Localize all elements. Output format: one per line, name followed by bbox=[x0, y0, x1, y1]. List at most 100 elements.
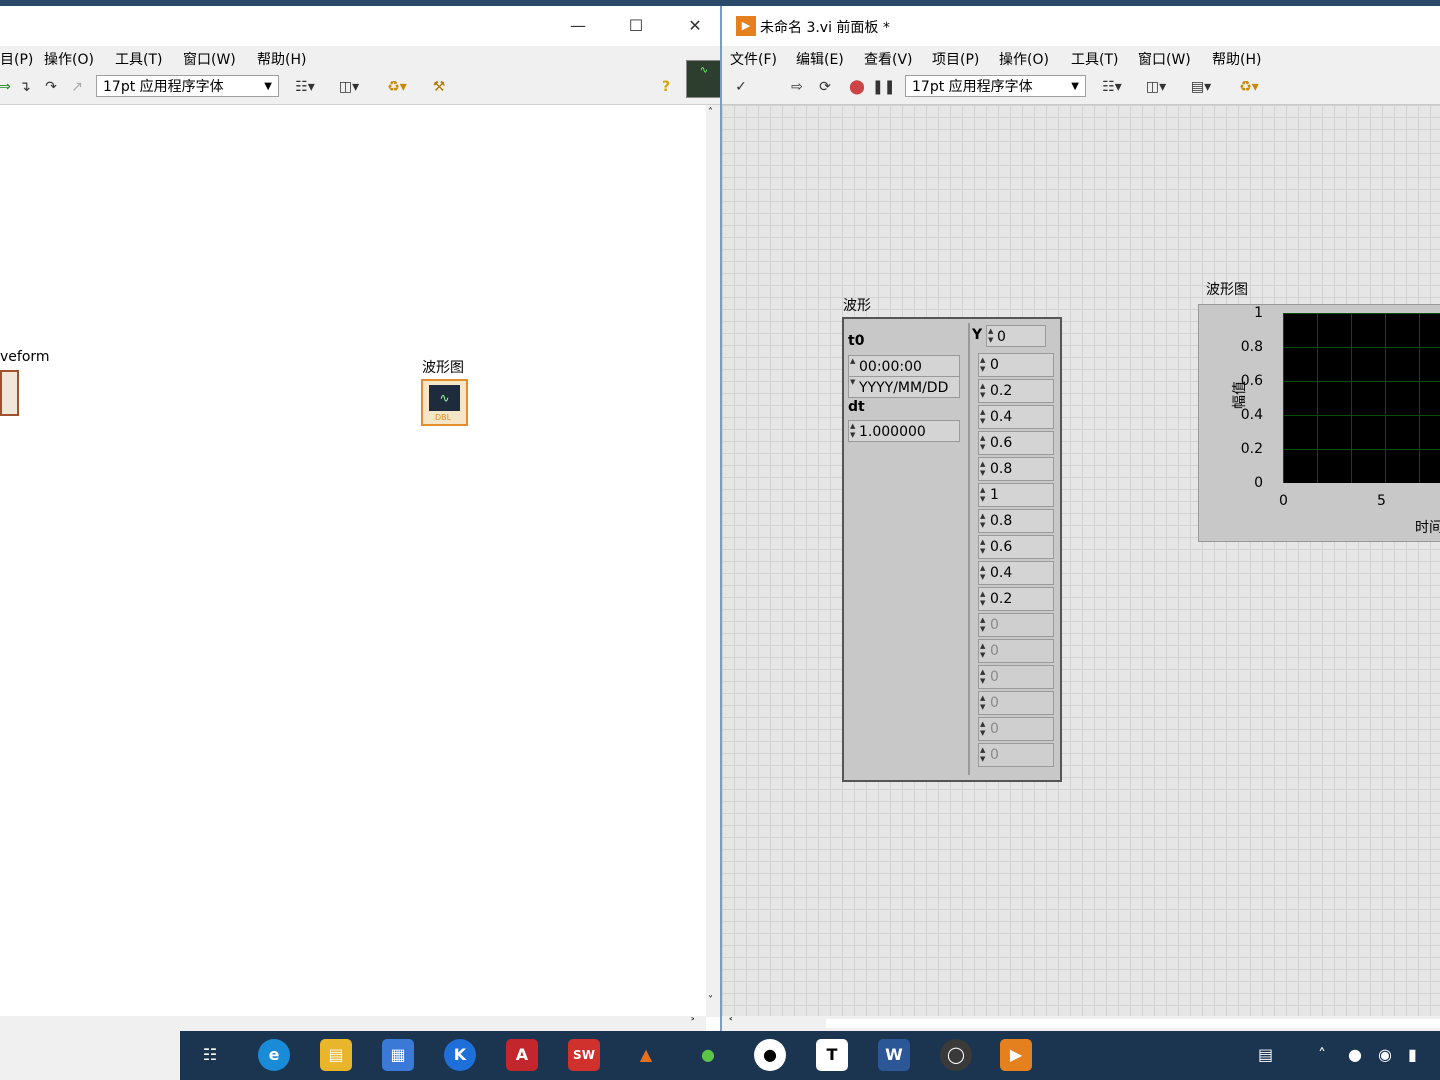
scroll-right-icon[interactable]: ˃ bbox=[690, 1016, 696, 1029]
minimize-button[interactable]: — bbox=[558, 12, 598, 40]
close-button[interactable]: ✕ bbox=[675, 12, 715, 40]
spinner-icon[interactable]: ▲ ▼ bbox=[980, 590, 985, 608]
horizontal-scrollbar[interactable]: ˂ bbox=[722, 1016, 1440, 1031]
y-array-cell-empty[interactable]: ▲ ▼ 0 bbox=[978, 639, 1054, 663]
solidworks-icon[interactable]: SW bbox=[568, 1039, 600, 1071]
menu-operate[interactable]: 操作(O) bbox=[44, 49, 94, 69]
run-icon[interactable]: ⇨ bbox=[786, 77, 808, 97]
menu-window[interactable]: 窗口(W) bbox=[183, 49, 236, 69]
block-diagram-canvas[interactable]: veform 波形图 ∿ DBL bbox=[0, 105, 706, 1015]
font-select[interactable]: 17pt 应用程序字体 ▼ bbox=[96, 75, 279, 97]
help-icon[interactable]: ? bbox=[655, 77, 677, 97]
y-array-cell-empty[interactable]: ▲ ▼ 0 bbox=[978, 665, 1054, 689]
y-array-cell[interactable]: ▲ ▼ 0.8 bbox=[978, 509, 1054, 533]
align-objects-icon[interactable]: ☷▾ bbox=[1097, 77, 1127, 97]
spinner-icon[interactable]: ▲ ▼ bbox=[980, 538, 985, 556]
spinner-icon[interactable]: ▲ ▼ bbox=[980, 694, 985, 712]
distribute-objects-icon[interactable]: ◫▾ bbox=[334, 77, 364, 97]
menu-help[interactable]: 帮助(H) bbox=[1212, 49, 1261, 69]
spinner-icon[interactable]: ▲ ▼ bbox=[980, 486, 985, 504]
spinner-icon[interactable]: ▲ ▼ bbox=[980, 382, 985, 400]
y-array-cell[interactable]: ▲ ▼ 0.6 bbox=[978, 431, 1054, 455]
t0-time-field[interactable]: ▲ 00:00:00 bbox=[848, 355, 960, 377]
spinner-icon[interactable]: ▲ ▼ bbox=[980, 512, 985, 530]
spinner-icon[interactable]: ▼ bbox=[850, 378, 855, 387]
reorder-icon[interactable]: ♻▾ bbox=[380, 77, 414, 97]
y-array-cell-empty[interactable]: ▲ ▼ 0 bbox=[978, 613, 1054, 637]
y-array-cell-empty[interactable]: ▲ ▼ 0 bbox=[978, 717, 1054, 741]
spinner-icon[interactable]: ▲ ▼ bbox=[980, 564, 985, 582]
qq-icon[interactable]: ● bbox=[754, 1039, 786, 1071]
waveform-control[interactable]: t0 ▲ 00:00:00 ▼ YYYY/MM/DD dt ▲ ▼ 1.00000… bbox=[842, 317, 1062, 782]
wechat-icon[interactable]: ● bbox=[692, 1039, 724, 1071]
spinner-icon[interactable]: ▲ ▼ bbox=[850, 422, 855, 440]
step-out-icon[interactable]: ↗ bbox=[66, 77, 88, 97]
waveform-node[interactable] bbox=[0, 370, 19, 416]
y-array-cell[interactable]: ▲ ▼ 0.4 bbox=[978, 405, 1054, 429]
word-icon[interactable]: W bbox=[878, 1039, 910, 1071]
edge-icon[interactable]: e bbox=[258, 1039, 290, 1071]
obs-icon[interactable]: ◯ bbox=[940, 1039, 972, 1071]
typora-icon[interactable]: T bbox=[816, 1039, 848, 1071]
news-icon[interactable]: ▤ bbox=[1258, 1045, 1273, 1064]
spinner-icon[interactable]: ▲ ▼ bbox=[980, 642, 985, 660]
y-array-cell[interactable]: ▲ ▼ 0.2 bbox=[978, 587, 1054, 611]
chevron-up-icon[interactable]: ˄ bbox=[1318, 1045, 1326, 1064]
y-array-cell[interactable]: ▲ ▼ 0 bbox=[978, 353, 1054, 377]
menu-tools[interactable]: 工具(T) bbox=[1071, 49, 1118, 69]
autocad-icon[interactable]: A bbox=[506, 1039, 538, 1071]
spinner-icon[interactable]: ▲ ▼ bbox=[980, 356, 985, 374]
k-app-icon[interactable]: K bbox=[444, 1039, 476, 1071]
y-array-cell-empty[interactable]: ▲ ▼ 0 bbox=[978, 743, 1054, 767]
spinner-icon[interactable]: ▲ ▼ bbox=[980, 616, 985, 634]
menu-view[interactable]: 查看(V) bbox=[864, 49, 913, 69]
spinner-icon[interactable]: ▲ ▼ bbox=[980, 720, 985, 738]
scroll-left-icon[interactable]: ˂ bbox=[728, 1016, 734, 1029]
spinner-icon[interactable]: ▲ ▼ bbox=[980, 434, 985, 452]
dt-field[interactable]: ▲ ▼ 1.000000 bbox=[848, 420, 960, 442]
file-explorer-icon[interactable]: ▤ bbox=[320, 1039, 352, 1071]
k-tray-icon[interactable]: ◉ bbox=[1378, 1045, 1392, 1064]
reorder-icon[interactable]: ♻▾ bbox=[1232, 77, 1266, 97]
y-array-cell[interactable]: ▲ ▼ 0.4 bbox=[978, 561, 1054, 585]
waveform-graph[interactable]: 幅值 1 0.8 0.6 0.4 0.2 0 0 5 时间 bbox=[1198, 304, 1440, 542]
scroll-down-icon[interactable]: ˅ bbox=[708, 995, 713, 1006]
align-objects-icon[interactable]: ☷▾ bbox=[290, 77, 320, 97]
t0-date-field[interactable]: ▼ YYYY/MM/DD bbox=[848, 376, 960, 398]
spinner-icon[interactable]: ▲ ▼ bbox=[980, 408, 985, 426]
y-array-cell[interactable]: ▲ ▼ 1 bbox=[978, 483, 1054, 507]
menu-tools[interactable]: 工具(T) bbox=[115, 49, 162, 69]
horizontal-scrollbar[interactable]: ˃ bbox=[0, 1016, 706, 1031]
y-array-cell[interactable]: ▲ ▼ 0.2 bbox=[978, 379, 1054, 403]
menu-help[interactable]: 帮助(H) bbox=[257, 49, 306, 69]
abort-icon[interactable]: ⬤ bbox=[846, 77, 868, 97]
spinner-icon[interactable]: ▲ ▼ bbox=[980, 460, 985, 478]
y-array-cell-empty[interactable]: ▲ ▼ 0 bbox=[978, 691, 1054, 715]
resize-objects-icon[interactable]: ▤▾ bbox=[1186, 77, 1216, 97]
vertical-scrollbar[interactable]: ˄ ˅ bbox=[706, 105, 720, 1017]
menu-file[interactable]: 文件(F) bbox=[730, 49, 777, 69]
menu-project[interactable]: 项目(P) bbox=[932, 49, 979, 69]
spinner-icon[interactable]: ▲ ▼ bbox=[988, 327, 993, 345]
spinner-icon[interactable]: ▲ ▼ bbox=[980, 746, 985, 764]
menu-operate[interactable]: 操作(O) bbox=[999, 49, 1049, 69]
labview-icon[interactable]: ▶ bbox=[1000, 1039, 1032, 1071]
matlab-icon[interactable]: ▲ bbox=[630, 1039, 662, 1071]
font-select[interactable]: 17pt 应用程序字体 ▼ bbox=[905, 75, 1086, 97]
taskbar-search-area[interactable] bbox=[0, 1031, 180, 1080]
step-over-icon[interactable]: ↷ bbox=[40, 77, 62, 97]
waveform-graph-node[interactable]: ∿ DBL bbox=[421, 379, 468, 426]
step-into-icon[interactable]: ↴ bbox=[14, 77, 36, 97]
scroll-thumb[interactable] bbox=[826, 1019, 1440, 1028]
task-view-icon[interactable]: ☷ bbox=[194, 1039, 226, 1071]
scroll-up-icon[interactable]: ˄ bbox=[708, 107, 713, 118]
vi-icon[interactable]: ∿ bbox=[686, 60, 722, 98]
battery-icon[interactable]: ▮ bbox=[1408, 1045, 1417, 1064]
run-continuously-icon[interactable]: ⟳ bbox=[814, 77, 836, 97]
menu-project[interactable]: 目(P) bbox=[0, 49, 33, 69]
checkmark-icon[interactable]: ✓ bbox=[730, 77, 752, 97]
menu-edit[interactable]: 编辑(E) bbox=[796, 49, 844, 69]
y-array-cell[interactable]: ▲ ▼ 0.6 bbox=[978, 535, 1054, 559]
menu-window[interactable]: 窗口(W) bbox=[1138, 49, 1191, 69]
maximize-button[interactable]: ☐ bbox=[616, 12, 656, 40]
